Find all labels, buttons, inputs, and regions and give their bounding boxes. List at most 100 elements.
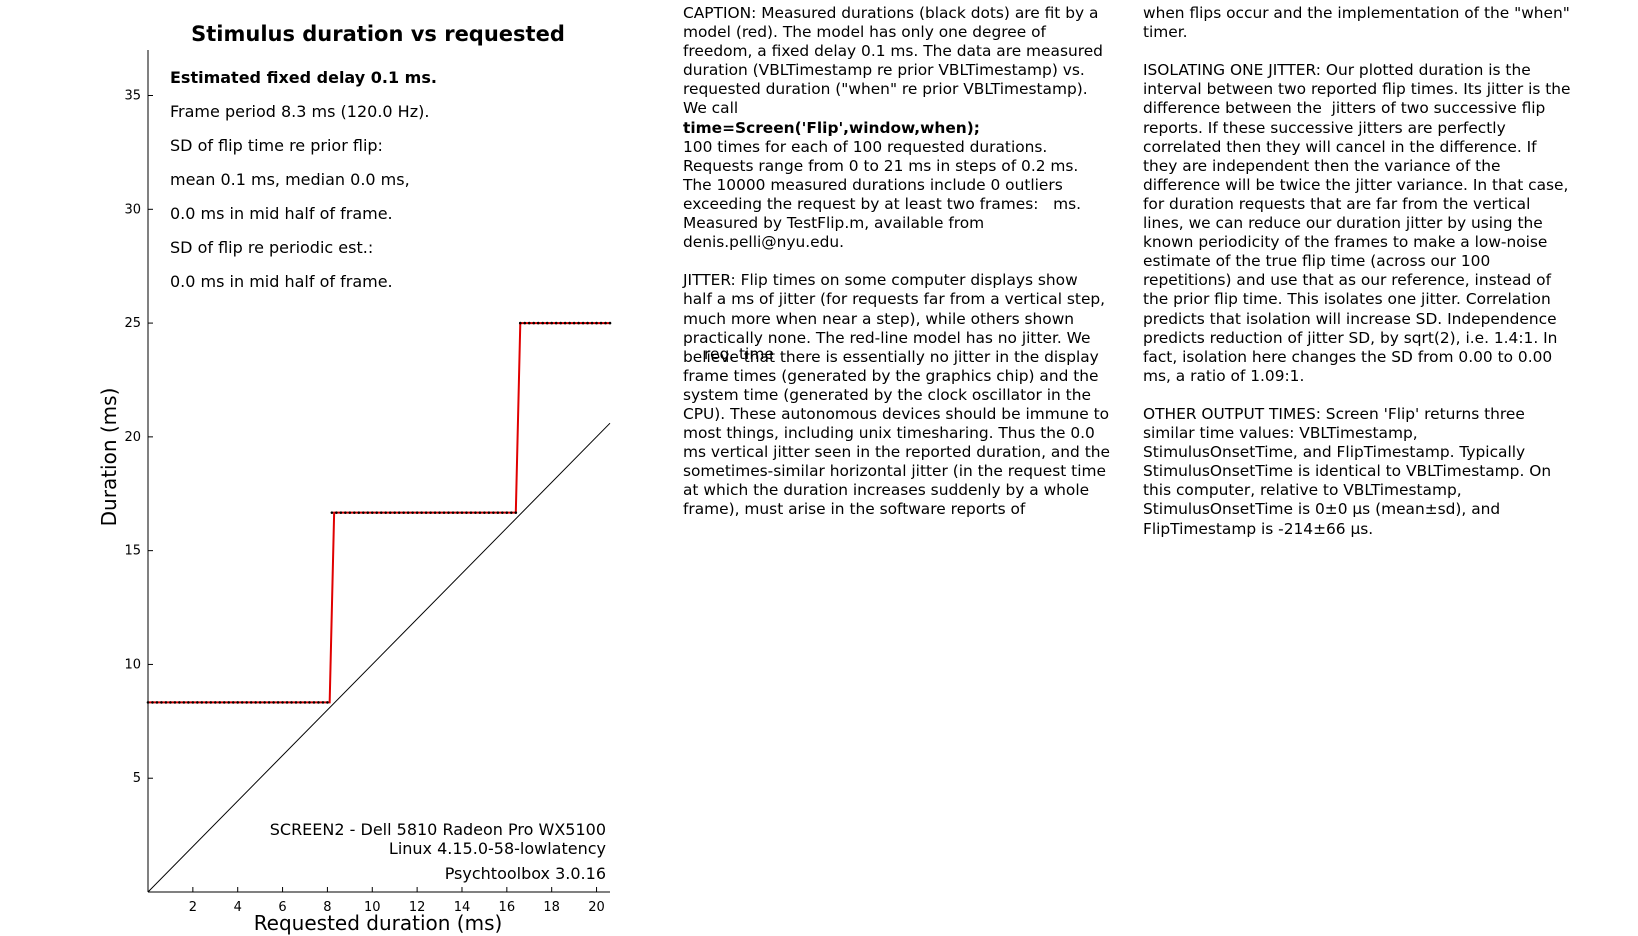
caption-line: interval between two reported flip times… [1143, 80, 1571, 99]
caption-line: estimate of the true flip time (across o… [1143, 252, 1491, 271]
measured-point [263, 701, 266, 704]
x-tick-label: 18 [543, 900, 560, 915]
measured-point [146, 701, 150, 704]
caption-line: 100 times for each of 100 requested dura… [683, 137, 1048, 156]
measured-point [312, 701, 316, 704]
measured-point [155, 701, 159, 704]
measured-point [438, 511, 441, 514]
measured-point [151, 701, 154, 704]
measured-point [465, 511, 468, 514]
measured-point [514, 511, 518, 514]
measured-point [554, 321, 558, 325]
caption-line: The 10000 measured durations include 0 o… [683, 175, 1063, 194]
caption-line: most things, including unix timesharing.… [683, 424, 1095, 443]
measured-point [326, 701, 329, 704]
measured-point [492, 511, 495, 514]
measured-point [545, 321, 549, 325]
measured-point [541, 321, 545, 325]
caption-line: ms vertical jitter seen in the reported … [683, 443, 1110, 462]
measured-point [366, 511, 370, 514]
caption-line: much more when near a step), while other… [683, 309, 1075, 328]
caption-line: duration (VBLTimestamp re prior VBLTimes… [683, 61, 1085, 80]
caption-line: StimulusOnsetTime is identical to VBLTim… [1143, 462, 1552, 481]
annotation-line: SD of flip time re prior flip: [170, 136, 383, 155]
caption-line: frame times (generated by the graphics c… [683, 366, 1099, 385]
caption-line: ISOLATING ONE JITTER: Our plotted durati… [1143, 61, 1531, 80]
measured-point [187, 701, 190, 704]
chart-annotations: Estimated fixed delay 0.1 ms. Frame perio… [170, 68, 606, 883]
caption-line: predicts reduction of jitter SD, by sqrt… [1143, 328, 1558, 347]
measured-point [231, 701, 235, 704]
measured-point [285, 701, 289, 704]
measured-point [299, 701, 302, 704]
measured-point [236, 701, 240, 704]
measured-point [474, 511, 477, 514]
caption-column-2: when flips occur and the implementation … [1143, 4, 1638, 539]
measured-point [303, 701, 307, 704]
caption-column-1: CAPTION: Measured durations (black dots)… [683, 4, 1143, 520]
measured-point [460, 511, 464, 514]
measured-point [532, 321, 536, 325]
measured-point [196, 701, 199, 704]
measured-point [227, 701, 231, 704]
annotation-line: 0.0 ms in mid half of frame. [170, 204, 393, 223]
model-fit-line [148, 322, 610, 704]
measured-point [281, 701, 284, 704]
measured-point [402, 511, 405, 514]
measured-point [451, 511, 455, 514]
caption-line: system time (generated by the clock osci… [683, 385, 1091, 404]
annotation-line: mean 0.1 ms, median 0.0 ms, [170, 170, 410, 189]
caption-line: they are independent then the variance o… [1143, 156, 1501, 175]
measured-point [222, 701, 226, 704]
caption-line: Requests range from 0 to 21 ms in steps … [683, 156, 1079, 175]
caption-line: freedom, a fixed delay 0.1 ms. The data … [683, 42, 1103, 61]
caption-line: when flips occur and the implementation … [1143, 4, 1570, 22]
measured-point [339, 511, 343, 514]
measured-point [164, 701, 168, 704]
measured-point [294, 701, 298, 704]
caption-line: requested duration ("when" re prior VBLT… [683, 80, 1088, 99]
y-tick-label: 5 [133, 771, 141, 786]
x-tick-label: 2 [189, 900, 197, 915]
caption-line: similar time values: VBLTimestamp, [1143, 424, 1418, 443]
measured-point [317, 701, 320, 704]
measured-point [348, 511, 352, 514]
caption-line: believe that there is essentially no jit… [683, 347, 1099, 366]
duration-chart: Stimulus duration vs requested 2 4 6 8 10 12 1… [97, 22, 612, 935]
caption-line: CPU). These autonomous devices should be… [683, 404, 1110, 423]
system-info-line: Psychtoolbox 3.0.16 [445, 864, 606, 883]
measured-point [200, 701, 204, 704]
measured-point [496, 511, 500, 514]
caption-line: timer. [1143, 23, 1188, 42]
caption-line: correlated then they will cancel in the … [1143, 137, 1537, 156]
measured-point [173, 701, 177, 704]
annotation-line: 0.0 ms in mid half of frame. [170, 272, 393, 291]
system-info-line: Linux 4.15.0-58-lowlatency [389, 839, 606, 858]
measured-point [344, 511, 347, 514]
measured-point [205, 701, 208, 704]
caption-line: for duration requests that are far from … [1143, 194, 1531, 213]
annotation-line: SD of flip re periodic est.: [170, 238, 373, 257]
y-axis-label: Duration (ms) [97, 388, 121, 527]
measured-point [191, 701, 195, 704]
measured-point [505, 511, 509, 514]
measured-point [335, 511, 338, 514]
measured-point [370, 511, 374, 514]
y-tick-label: 25 [124, 316, 141, 331]
measured-point [178, 701, 181, 704]
measured-point [415, 511, 419, 514]
measured-point [478, 511, 482, 514]
x-tick-label: 4 [234, 900, 242, 915]
caption-line: StimulusOnsetTime, and FlipTimestamp. Ty… [1143, 443, 1526, 462]
measured-point [272, 701, 275, 704]
measured-point [456, 511, 459, 514]
plot-marks [146, 321, 612, 893]
measured-point [249, 701, 253, 704]
measured-point [362, 511, 365, 514]
caption-line: StimulusOnsetTime is 0±0 µs (mean±sd), a… [1143, 500, 1501, 519]
measured-point [604, 321, 607, 325]
measured-point [568, 321, 571, 325]
caption-line: JITTER: Flip times on some computer disp… [683, 271, 1078, 290]
x-tick-label: 20 [588, 900, 605, 915]
caption-line: denis.pelli@nyu.edu. [683, 233, 845, 252]
